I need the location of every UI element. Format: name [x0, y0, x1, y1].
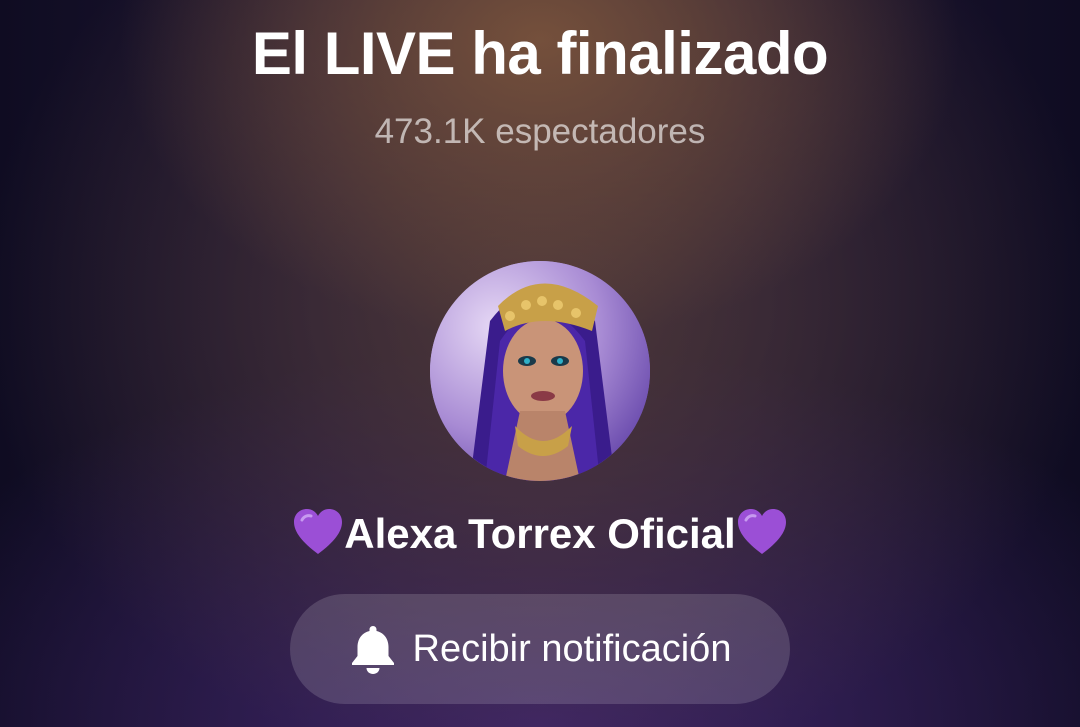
host-name-row: Alexa Torrex Oficial — [0, 504, 1080, 564]
avatar-photo — [430, 261, 650, 481]
purple-heart-icon — [737, 509, 786, 554]
bell-icon — [351, 626, 394, 674]
live-ended-title: El LIVE ha finalizado — [251, 20, 829, 87]
purple-heart-icon — [294, 509, 343, 554]
host-name[interactable]: Alexa Torrex Oficial — [344, 510, 735, 557]
notify-button-label: Recibir notificación — [412, 628, 732, 670]
receive-notification-button[interactable]: Recibir notificación — [290, 594, 790, 704]
host-avatar[interactable] — [430, 261, 650, 481]
viewer-count: 473.1K espectadores — [374, 112, 706, 151]
